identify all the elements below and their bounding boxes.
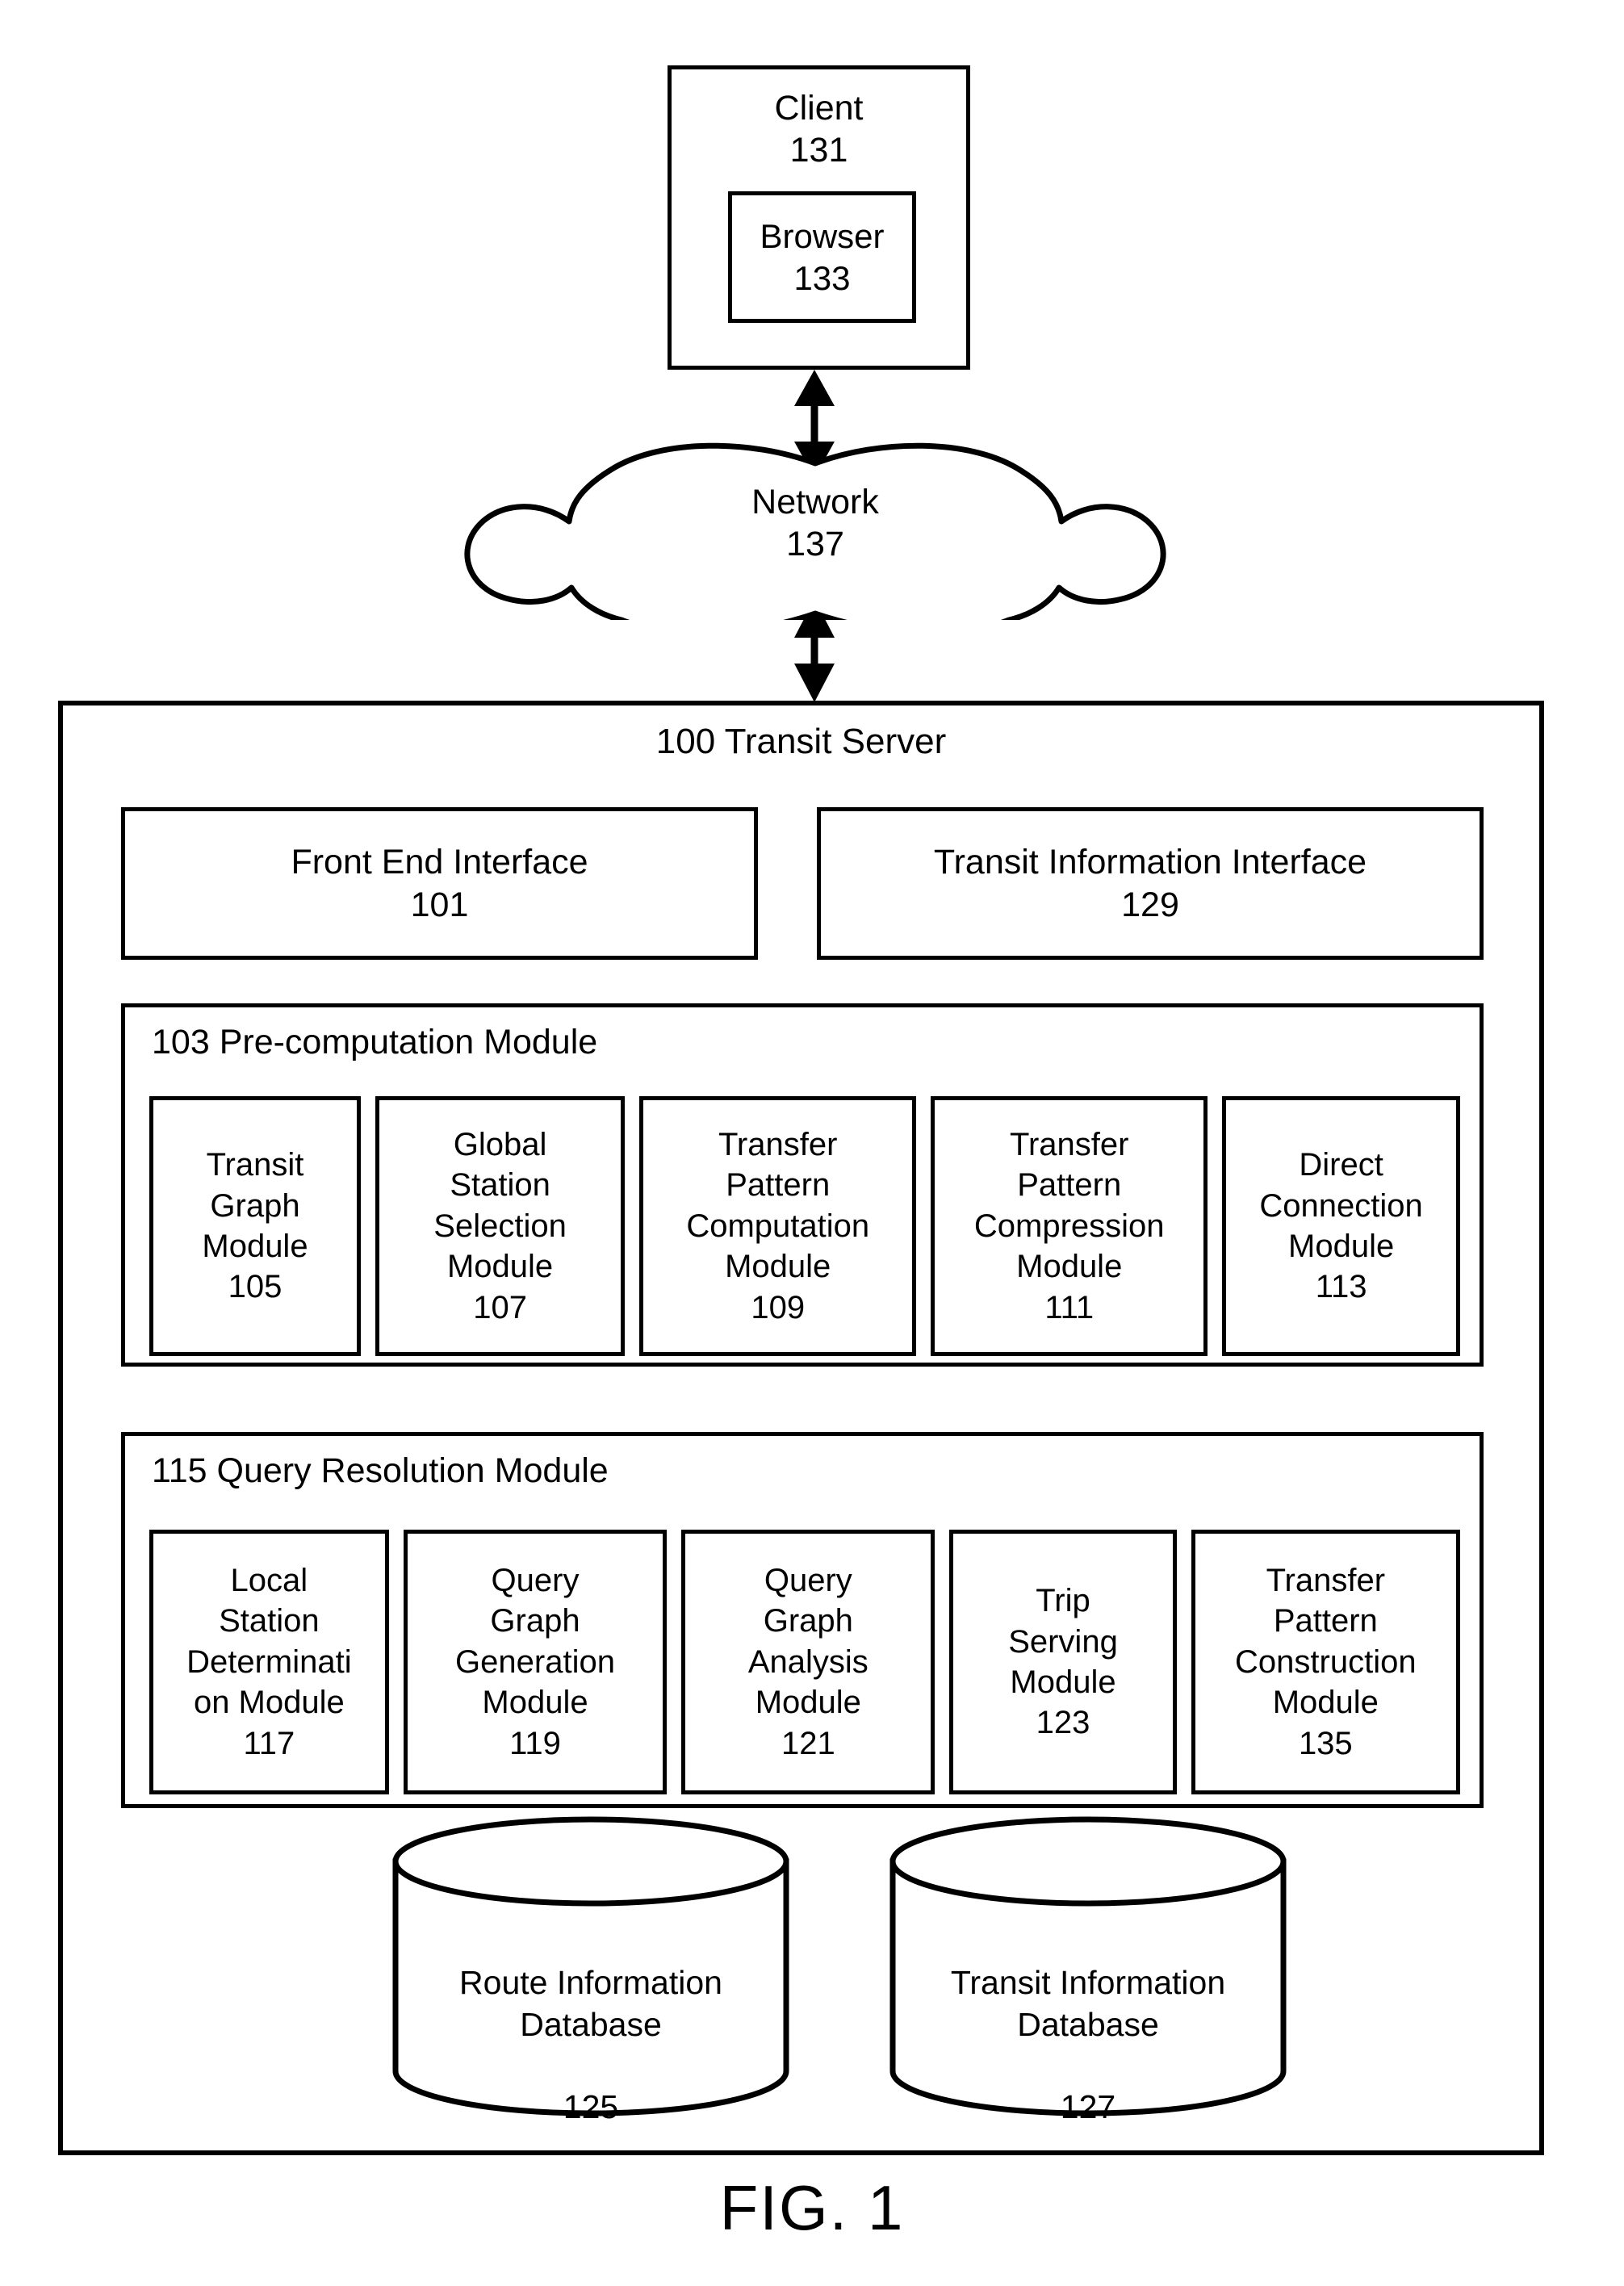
route-information-database-label-group: Route Information Database 125 [391, 1921, 790, 2170]
network-cloud: Network 137 [452, 442, 1178, 636]
client-box: Client 131 Browser 133 [668, 65, 970, 370]
submodule-transfer-pattern-construction-module-label: Transfer Pattern Construction Module 135 [1235, 1563, 1417, 1761]
submodule-global-station-selection-module: Global Station Selection Module 107 [375, 1096, 626, 1356]
network-title: Network [751, 483, 879, 521]
route-information-database-name: Route Information Database [459, 1964, 722, 2043]
submodule-query-graph-generation-module: Query Graph Generation Module 119 [403, 1530, 668, 1794]
submodule-transfer-pattern-computation-module-label: Transfer Pattern Computation Module 109 [686, 1127, 870, 1325]
query-resolution-module-title: 115 Query Resolution Module [152, 1451, 609, 1490]
browser-title: Browser [760, 217, 885, 256]
submodule-transit-graph-module-label: Transit Graph Module 105 [202, 1147, 308, 1305]
network-reference-number: 137 [786, 525, 844, 564]
submodule-query-graph-generation-module-label: Query Graph Generation Module 119 [455, 1563, 615, 1761]
query-resolution-submodule-row: Local Station Determinati on Module 117 … [149, 1530, 1460, 1794]
pre-computation-module-title: 103 Pre-computation Module [152, 1023, 598, 1061]
submodule-global-station-selection-module-label: Global Station Selection Module 107 [433, 1127, 567, 1325]
browser-reference-number: 133 [793, 258, 851, 297]
pre-computation-submodule-row: Transit Graph Module 105 Global Station … [149, 1096, 1460, 1356]
transit-server-title: 100 Transit Server [655, 722, 947, 761]
submodule-query-graph-analysis-module: Query Graph Analysis Module 121 [681, 1530, 935, 1794]
submodule-direct-connection-module: Direct Connection Module 113 [1222, 1096, 1460, 1356]
figure-caption: FIG. 1 [719, 2172, 905, 2243]
submodule-local-station-determination-module: Local Station Determinati on Module 117 [149, 1530, 389, 1794]
submodule-direct-connection-module-label: Direct Connection Module 113 [1259, 1147, 1423, 1305]
submodule-local-station-determination-module-label: Local Station Determinati on Module 117 [186, 1563, 352, 1761]
front-end-interface-box: Front End Interface 101 [121, 807, 758, 960]
submodule-transfer-pattern-construction-module: Transfer Pattern Construction Module 135 [1191, 1530, 1460, 1794]
submodule-transfer-pattern-compression-module: Transfer Pattern Compression Module 111 [931, 1096, 1208, 1356]
transit-information-database-name: Transit Information Database [950, 1964, 1226, 2043]
transit-information-database-reference-number: 127 [1060, 2088, 1116, 2125]
transit-information-database-cylinder: Transit Information Database 127 [889, 1816, 1287, 2125]
submodule-transit-graph-module: Transit Graph Module 105 [149, 1096, 361, 1356]
browser-box: Browser 133 [728, 191, 916, 323]
submodule-trip-serving-module: Trip Serving Module 123 [949, 1530, 1177, 1794]
patent-figure-fig-1: Client 131 Browser 133 Network 137 100 T… [0, 0, 1624, 2286]
route-information-database-cylinder: Route Information Database 125 [391, 1816, 790, 2125]
transit-information-interface-box: Transit Information Interface 129 [817, 807, 1484, 960]
transit-information-interface-name: Transit Information Interface [933, 843, 1367, 882]
route-information-database-reference-number: 125 [563, 2088, 619, 2125]
submodule-query-graph-analysis-module-label: Query Graph Analysis Module 121 [747, 1563, 869, 1761]
transit-information-interface-reference-number: 129 [1121, 885, 1179, 924]
front-end-interface-name: Front End Interface [291, 843, 588, 882]
front-end-interface-reference-number: 101 [410, 885, 469, 924]
submodule-trip-serving-module-label: Trip Serving Module 123 [1008, 1583, 1118, 1741]
client-title: Client [774, 89, 864, 128]
submodule-transfer-pattern-computation-module: Transfer Pattern Computation Module 109 [639, 1096, 917, 1356]
submodule-transfer-pattern-compression-module-label: Transfer Pattern Compression Module 111 [973, 1127, 1165, 1325]
client-reference-number: 131 [789, 131, 848, 170]
network-label-group: Network 137 [452, 481, 1178, 566]
transit-information-database-label-group: Transit Information Database 127 [889, 1921, 1287, 2170]
